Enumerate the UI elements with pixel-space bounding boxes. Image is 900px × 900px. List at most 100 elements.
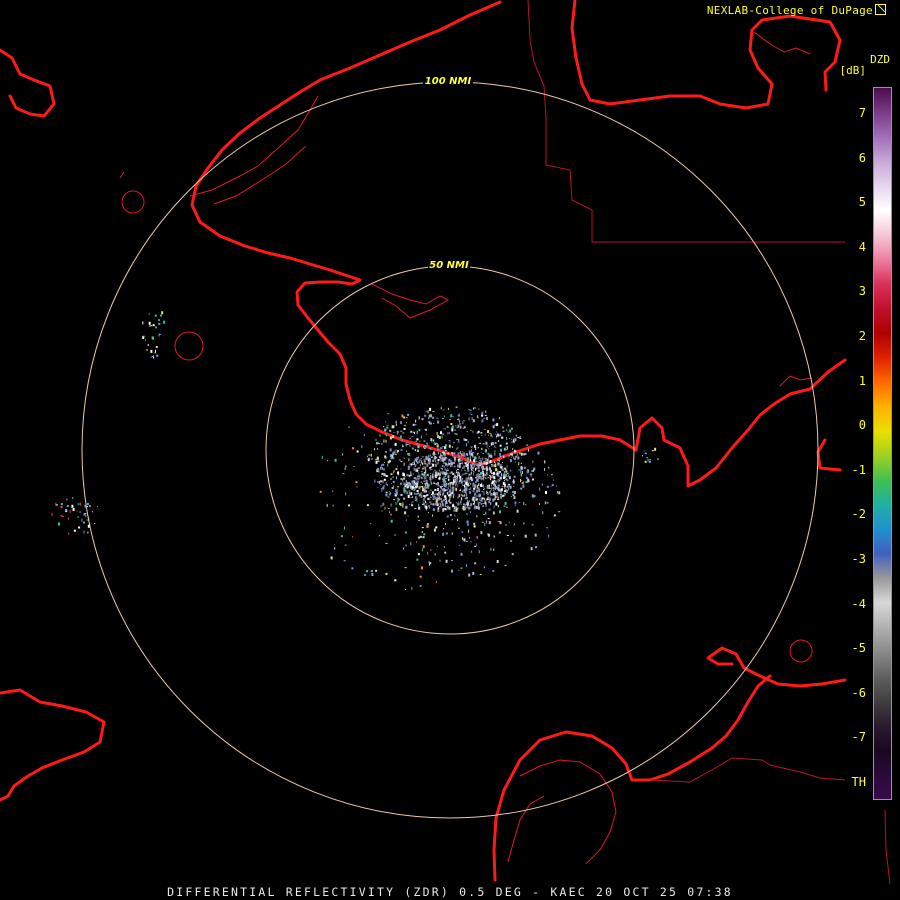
echo-speck xyxy=(462,427,464,429)
echo-speck xyxy=(72,497,74,499)
echo-speck xyxy=(468,450,471,453)
echo-speck xyxy=(437,489,439,491)
echo-speck xyxy=(414,508,417,510)
echo-speck xyxy=(468,476,470,480)
echo-speck xyxy=(403,489,406,493)
echo-speck xyxy=(430,503,433,506)
echo-speck xyxy=(463,453,466,457)
echo-speck xyxy=(508,454,510,457)
echo-speck xyxy=(94,523,96,524)
echo-speck xyxy=(383,485,386,487)
echo-speck xyxy=(439,447,441,449)
echo-speck xyxy=(503,447,506,451)
echo-speck xyxy=(154,314,157,317)
echo-speck xyxy=(402,444,404,448)
echo-speck xyxy=(395,423,397,426)
echo-speck xyxy=(489,490,491,494)
echo-speck xyxy=(550,485,552,487)
echo-speck xyxy=(498,440,500,442)
echo-speck xyxy=(437,448,440,451)
echo-speck xyxy=(476,498,478,501)
echo-speck xyxy=(538,487,540,491)
echo-speck xyxy=(402,480,404,482)
echo-speck xyxy=(428,525,430,527)
echo-speck xyxy=(430,456,433,458)
echo-speck xyxy=(395,507,397,511)
echo-speck xyxy=(511,427,513,430)
echo-speck xyxy=(414,500,417,502)
echo-speck xyxy=(150,349,153,353)
echo-speck xyxy=(473,465,474,467)
echo-speck xyxy=(558,491,561,495)
echo-speck xyxy=(467,523,469,526)
echo-speck xyxy=(435,459,437,463)
echo-speck xyxy=(443,546,445,548)
echo-speck xyxy=(479,574,482,575)
echo-speck xyxy=(504,492,506,496)
echo-speck xyxy=(465,457,467,459)
echo-speck xyxy=(457,452,460,456)
echo-speck xyxy=(480,458,482,460)
echo-speck xyxy=(60,503,63,506)
echo-speck xyxy=(488,466,490,468)
echo-speck xyxy=(473,522,476,525)
echo-speck xyxy=(441,483,443,485)
echo-speck xyxy=(348,426,351,428)
echo-speck xyxy=(443,462,445,464)
echo-speck xyxy=(417,515,419,518)
echo-speck xyxy=(421,467,424,469)
echo-speck xyxy=(438,506,440,508)
echo-speck xyxy=(439,476,441,479)
echo-speck xyxy=(523,502,525,505)
echo-speck xyxy=(497,459,500,462)
echo-speck xyxy=(160,314,163,317)
echo-speck xyxy=(544,467,545,471)
echo-speck xyxy=(418,474,421,477)
echo-speck xyxy=(464,498,467,500)
echo-speck xyxy=(390,478,393,480)
echo-speck xyxy=(487,452,490,455)
echo-speck xyxy=(458,464,461,467)
echo-speck xyxy=(508,487,509,491)
echo-speck xyxy=(432,503,434,505)
echo-speck xyxy=(344,544,347,546)
echo-speck xyxy=(517,437,520,439)
echo-speck xyxy=(555,485,557,487)
echo-speck xyxy=(412,481,415,485)
echo-speck xyxy=(454,475,456,478)
echo-speck xyxy=(497,433,500,437)
echo-speck xyxy=(486,485,489,489)
echo-speck xyxy=(319,490,322,493)
echo-speck xyxy=(414,488,416,489)
echo-speck xyxy=(402,502,404,506)
echo-speck xyxy=(83,530,85,534)
credit-text[interactable]: NEXLAB-College of DuPage xyxy=(707,4,886,17)
echo-speck xyxy=(410,463,413,466)
echo-speck xyxy=(466,493,468,496)
echo-speck xyxy=(436,545,438,547)
echo-speck xyxy=(58,522,60,526)
echo-speck xyxy=(386,429,388,431)
echo-speck xyxy=(326,503,328,507)
echo-speck xyxy=(521,482,523,484)
echo-speck xyxy=(513,438,515,440)
echo-speck xyxy=(553,514,556,517)
echo-speck xyxy=(453,483,455,485)
echo-speck xyxy=(449,493,451,496)
echo-speck xyxy=(548,466,550,469)
echo-speck xyxy=(466,513,468,515)
echo-speck xyxy=(441,465,444,467)
echo-speck xyxy=(430,495,432,497)
echo-speck xyxy=(422,501,424,503)
echo-speck xyxy=(470,487,472,490)
echo-speck xyxy=(370,523,372,525)
echo-speck xyxy=(448,444,451,448)
echo-speck xyxy=(429,407,432,411)
echo-speck xyxy=(450,423,453,425)
echo-speck xyxy=(384,451,387,453)
echo-speck xyxy=(406,441,408,444)
echo-speck xyxy=(158,322,161,325)
echo-speck xyxy=(444,551,447,554)
echo-speck xyxy=(508,483,511,485)
echo-speck xyxy=(476,495,478,497)
